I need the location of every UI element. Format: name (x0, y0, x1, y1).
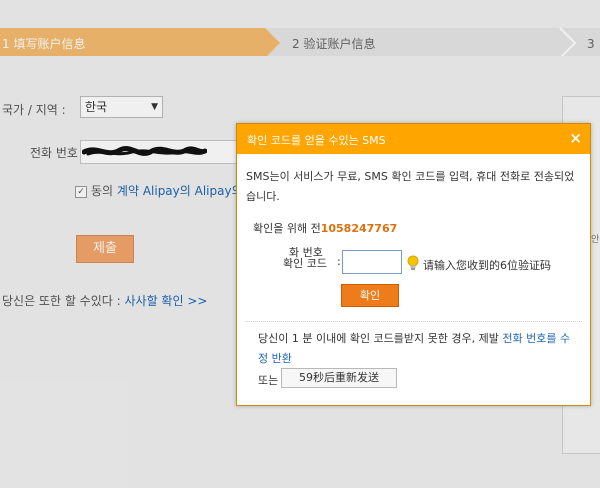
code-colon: : (337, 255, 341, 268)
lightbulb-icon (407, 255, 419, 270)
dialog-title: 확인 코드를 얻을 수있는 SMS (247, 134, 386, 147)
dialog-divider (245, 321, 582, 322)
close-icon[interactable]: × (569, 129, 582, 147)
confirm-phone-row: 확인을 위해 전1058247767 (253, 220, 397, 236)
verification-code-input[interactable] (342, 250, 402, 274)
dialog-header: 확인 코드를 얻을 수있는 SMS × (237, 124, 590, 154)
confirm-button[interactable]: 확인 (341, 284, 399, 307)
resend-note: 당신이 1 분 이내에 확인 코드를받지 못한 경우, 제발 전화 번호를 수정… (258, 329, 578, 369)
dialog-description: SMS는이 서비스가 무료, SMS 확인 코드를 입력, 휴대 전화로 전송되… (246, 170, 575, 203)
code-label: 확인 코드 (283, 257, 327, 270)
note-text: 당신이 1 분 이내에 확인 코드를받지 못한 경우, 제발 (258, 332, 499, 345)
phone-number: 1058247767 (320, 222, 398, 235)
confirm-prefix: 확인을 위해 전 (253, 222, 321, 235)
sms-verification-dialog: 확인 코드를 얻을 수있는 SMS × SMS는이 서비스가 무료, SMS 확… (236, 123, 591, 406)
code-hint: 请输入您收到的6位验证码 (423, 259, 551, 272)
or-text: 또는 (258, 374, 279, 387)
resend-button[interactable]: 59秒后重新发送 (281, 368, 397, 388)
